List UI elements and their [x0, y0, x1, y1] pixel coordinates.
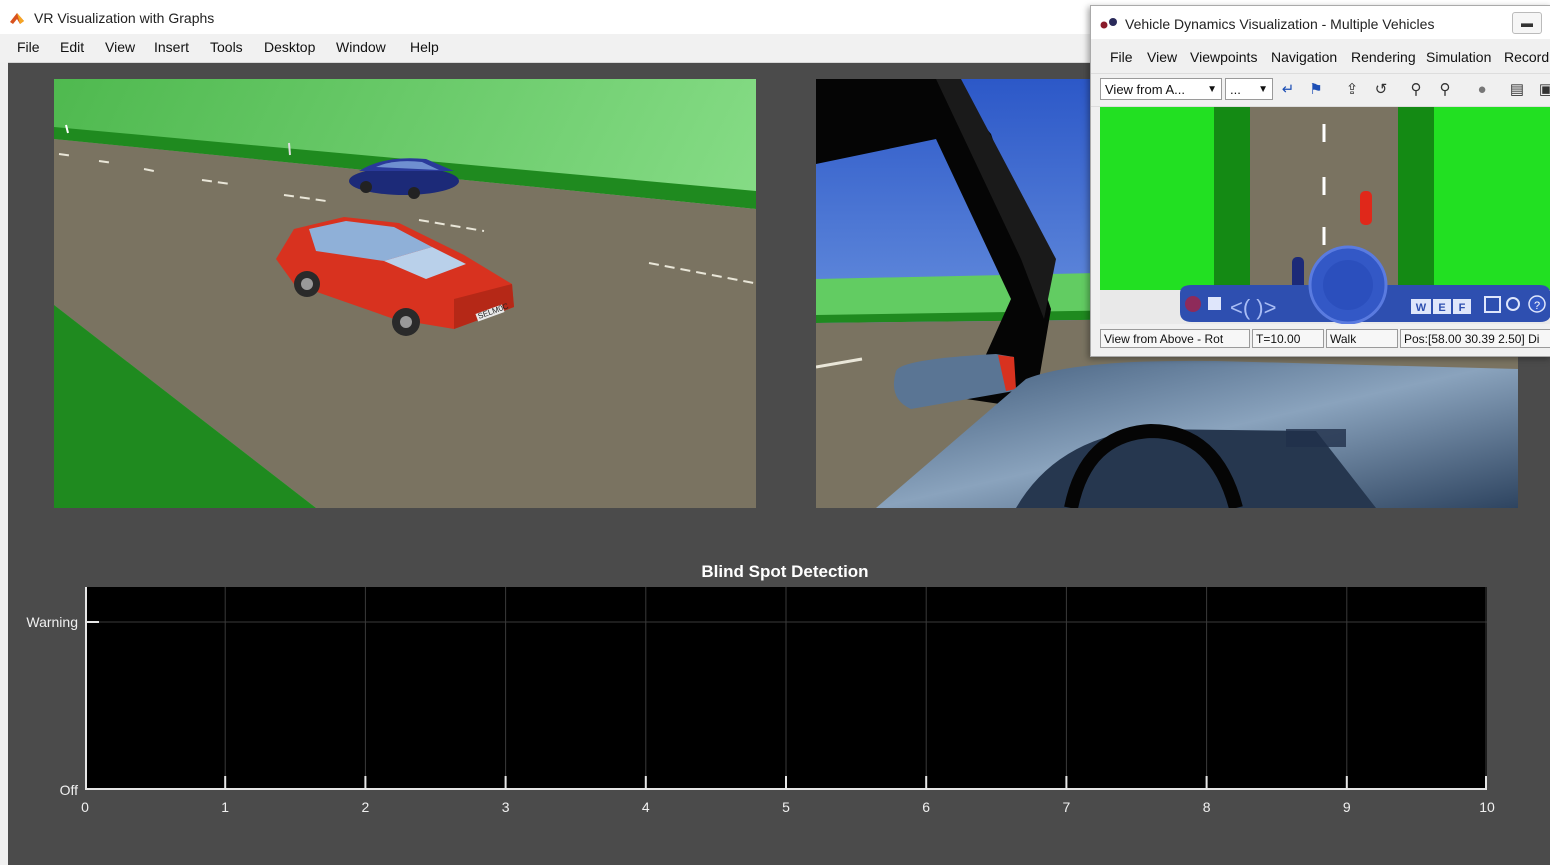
vrml-app-icon [1100, 18, 1117, 29]
vrml-menu-simulation[interactable]: Simulation [1426, 49, 1491, 65]
chevron-down-icon: ▼ [1258, 84, 1268, 95]
clipboard-icon[interactable]: ▤ [1506, 80, 1528, 100]
vrml-status-bar: View from Above - Rot T=10.00 Walk Pos:[… [1091, 327, 1550, 351]
vrml-menu-recording[interactable]: Recordi [1504, 49, 1550, 65]
minimize-button[interactable]: ▬ [1512, 12, 1542, 34]
nav-label-f: F [1459, 302, 1466, 314]
return-to-viewpoint-icon[interactable]: ↵ [1277, 80, 1299, 100]
plot-title: Blind Spot Detection [701, 562, 869, 581]
x-tick-label-4: 4 [641, 799, 650, 815]
vrml-menu-navigation[interactable]: Navigation [1271, 49, 1337, 65]
svg-text:?: ? [1534, 300, 1540, 312]
plot-grid [85, 587, 1487, 790]
zoom-out-icon[interactable]: ⚲ [1434, 80, 1456, 100]
menu-edit[interactable]: Edit [60, 39, 84, 55]
vrml-menu-viewpoints[interactable]: Viewpoints [1190, 49, 1257, 65]
x-tick-label-7: 7 [1062, 799, 1071, 815]
red-car-topview [1360, 191, 1372, 225]
y-tick-warning: Warning [26, 614, 78, 630]
flag-icon[interactable]: ⚑ [1305, 80, 1327, 100]
status-viewpoint: View from Above - Rot [1100, 329, 1250, 348]
status-nav-mode: Walk [1326, 329, 1398, 348]
window-left-border [0, 62, 8, 865]
viewpoint-select-value: View from A... [1105, 82, 1185, 97]
menu-insert[interactable]: Insert [154, 39, 189, 55]
nav-label-w: W [1416, 302, 1427, 314]
secondary-select[interactable]: ... ▼ [1225, 78, 1273, 100]
status-position: Pos:[58.00 30.39 2.50] Di [1400, 329, 1550, 348]
close-nav-icon[interactable] [1185, 296, 1201, 312]
menu-view[interactable]: View [105, 39, 135, 55]
plot-axes[interactable] [85, 587, 1487, 790]
chevron-down-icon: ▼ [1207, 84, 1217, 95]
undo-move-icon[interactable]: ↺ [1370, 80, 1392, 100]
x-tick-label-1: 1 [221, 799, 230, 815]
matlab-icon [10, 13, 24, 24]
status-time: T=10.00 [1252, 329, 1324, 348]
x-tick-label-3: 3 [501, 799, 510, 815]
menu-tools[interactable]: Tools [210, 39, 243, 55]
viewpoint-select[interactable]: View from A... ▼ [1100, 78, 1222, 100]
secondary-select-value: ... [1230, 82, 1241, 97]
zoom-in-icon[interactable]: ⚲ [1405, 80, 1427, 100]
menu-desktop[interactable]: Desktop [264, 39, 315, 55]
vrml-toolbar: View from A... ▼ ... ▼ ↵ ⚑ ⇪ ↺ ⚲ ⚲ ● ▤ ▣ [1091, 73, 1550, 107]
vrml-viewer-window[interactable]: Vehicle Dynamics Visualization - Multipl… [1090, 5, 1550, 357]
x-tick-label-10: 10 [1479, 799, 1495, 815]
x-tick-label-8: 8 [1202, 799, 1211, 815]
y-tick-off: Off [59, 782, 78, 798]
scene-view-left[interactable]: SELM0C [54, 79, 756, 508]
vrml-canvas[interactable]: <( )> W E F ? [1100, 107, 1550, 324]
panel-toggle-icon[interactable] [1208, 297, 1221, 310]
vrml-menu-rendering[interactable]: Rendering [1351, 49, 1416, 65]
window-title: VR Visualization with Graphs [34, 10, 215, 26]
vrml-title-bar: Vehicle Dynamics Visualization - Multipl… [1091, 6, 1550, 39]
nav-label-e: E [1438, 302, 1445, 314]
x-tick-label-2: 2 [361, 799, 370, 815]
menu-window[interactable]: Window [336, 39, 386, 55]
vrml-menu-file[interactable]: File [1110, 49, 1133, 65]
straighten-up-icon[interactable]: ⇪ [1341, 80, 1363, 100]
screenshot-icon[interactable]: ▣ [1535, 80, 1550, 100]
menu-file[interactable]: File [17, 39, 40, 55]
record-icon[interactable]: ● [1471, 80, 1493, 100]
vrml-menu-bar: File View Viewpoints Navigation Renderin… [1091, 44, 1550, 70]
menu-help[interactable]: Help [410, 39, 439, 55]
x-tick-label-0: 0 [81, 799, 89, 815]
x-tick-label-6: 6 [922, 799, 931, 815]
x-tick-label-9: 9 [1342, 799, 1351, 815]
svg-text:<( )>: <( )> [1230, 295, 1276, 320]
x-tick-label-5: 5 [782, 799, 790, 815]
vrml-menu-view[interactable]: View [1147, 49, 1177, 65]
vrml-window-title: Vehicle Dynamics Visualization - Multipl… [1125, 16, 1435, 32]
